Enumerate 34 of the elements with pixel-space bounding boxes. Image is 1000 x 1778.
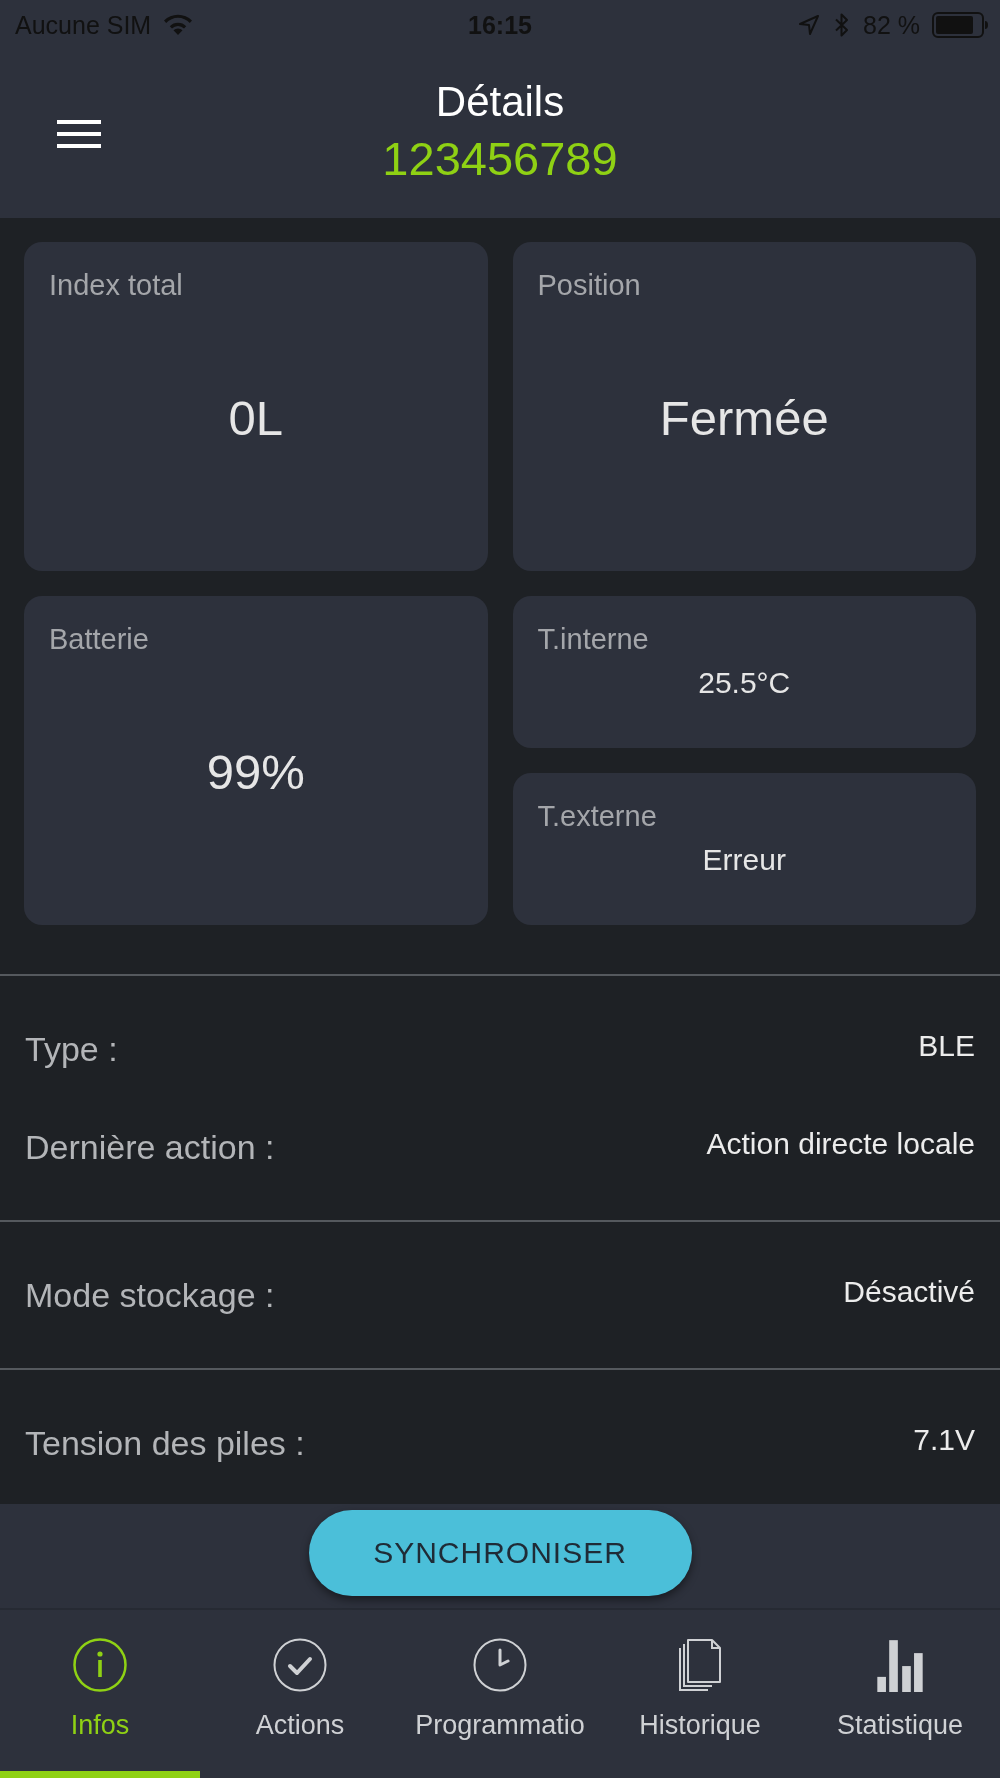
tile-label: T.interne [537, 623, 649, 656]
info-value: Action directe locale [706, 1127, 975, 1161]
info-value: BLE [918, 1029, 975, 1063]
menu-icon[interactable] [57, 120, 101, 148]
tab[interactable]: Historique [600, 1610, 800, 1778]
tile-value: 25.5°C [698, 666, 791, 700]
location-arrow-icon [799, 15, 819, 35]
synchronize-button[interactable]: SYNCHRONISER [308, 1510, 692, 1596]
battery-icon [932, 12, 988, 38]
tile-value: 0L [228, 389, 283, 446]
tab[interactable]: Infos [0, 1610, 200, 1778]
info-value: 7.1V [913, 1423, 975, 1457]
tab[interactable]: Programmatio [400, 1610, 600, 1778]
device-number: 123456789 [382, 131, 618, 187]
wifi-icon [163, 14, 194, 36]
info-label: Tension des piles : [25, 1423, 305, 1463]
info-label: Type : [25, 1029, 118, 1069]
tile-label: T.externe [537, 800, 657, 833]
tile-label: Index total [49, 269, 183, 302]
tile-label: Batterie [49, 623, 149, 656]
tab[interactable]: Actions [200, 1610, 400, 1778]
tile-value: Fermée [659, 389, 829, 446]
info-label: Mode stockage : [25, 1275, 275, 1315]
check-circle-icon [273, 1638, 327, 1692]
bluetooth-icon [835, 13, 849, 37]
tile-value: Erreur [702, 843, 786, 877]
info-value: Désactivé [843, 1275, 975, 1309]
info-icon [73, 1638, 127, 1692]
info-label: Dernière action : [25, 1127, 275, 1167]
tile-label: Position [537, 269, 641, 302]
tile-value: 99% [206, 743, 305, 800]
screen-title: Détails [435, 77, 565, 127]
tab[interactable]: Statistique [800, 1610, 1000, 1778]
clock-icon [473, 1638, 527, 1692]
